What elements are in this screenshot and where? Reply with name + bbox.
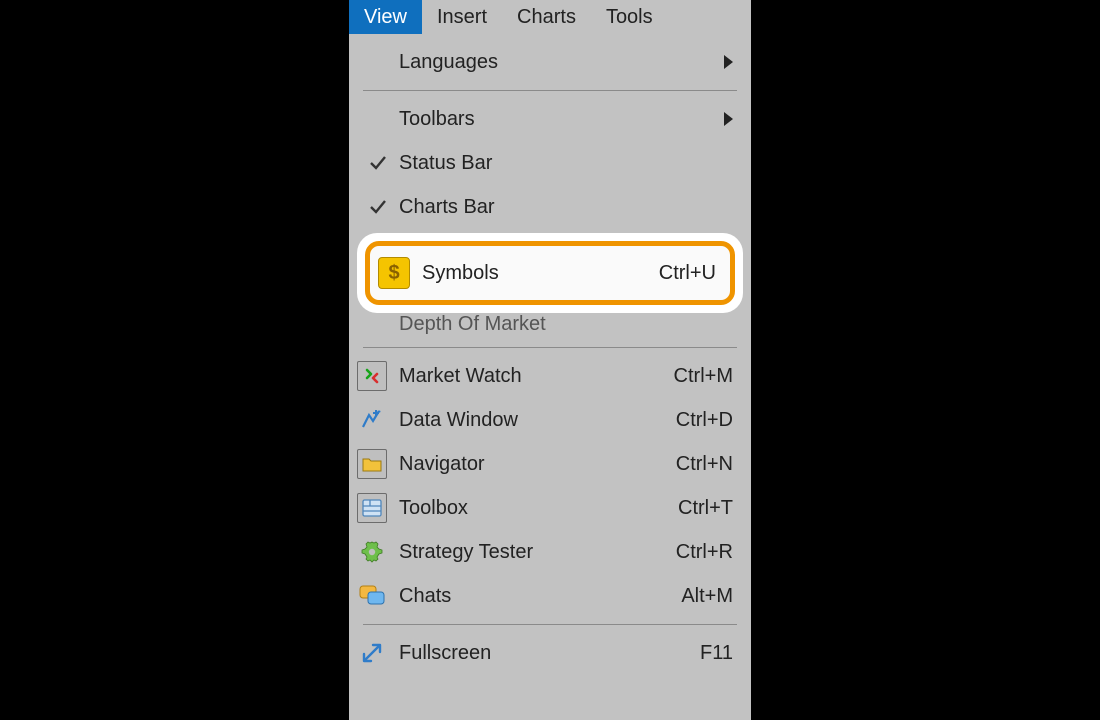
menu-shortcut: Ctrl+N: [676, 453, 733, 476]
menu-label: Toolbars: [399, 108, 724, 131]
menu-item-languages[interactable]: Languages: [349, 40, 751, 84]
menu-label: Depth Of Market: [399, 313, 733, 336]
menu-item-toolbox[interactable]: Toolbox Ctrl+T: [349, 486, 751, 530]
menu-item-strategy[interactable]: Strategy Tester Ctrl+R: [349, 530, 751, 574]
menu-shortcut: Ctrl+M: [674, 365, 733, 388]
gear-icon: [357, 537, 387, 567]
menu-item-symbols[interactable]: $ Symbols Ctrl+U: [370, 246, 730, 300]
menu-label: Fullscreen: [399, 642, 700, 665]
menu-separator: [363, 624, 737, 625]
submenu-arrow-icon: [724, 55, 733, 69]
submenu-arrow-icon: [724, 112, 733, 126]
menu-label: Strategy Tester: [399, 541, 676, 564]
menu-item-datawindow[interactable]: Data Window Ctrl+D: [349, 398, 751, 442]
menu-item-chats[interactable]: Chats Alt+M: [349, 574, 751, 618]
chat-icon: [357, 581, 387, 611]
check-icon: [357, 154, 399, 172]
menu-item-statusbar[interactable]: Status Bar: [349, 141, 751, 185]
menu-label: Data Window: [399, 409, 676, 432]
menu-label: Toolbox: [399, 497, 678, 520]
app-window: View Insert Charts Tools Languages Toolb…: [349, 0, 751, 720]
menu-label: Market Watch: [399, 365, 674, 388]
menu-separator: [363, 347, 737, 348]
menu-shortcut: Ctrl+R: [676, 541, 733, 564]
menu-view[interactable]: View: [349, 0, 422, 34]
data-window-icon: [357, 405, 387, 435]
view-dropdown: Languages Toolbars Status Bar Charts Bar: [349, 34, 751, 685]
menu-label: Chats: [399, 585, 681, 608]
menu-insert[interactable]: Insert: [422, 0, 502, 34]
menu-label: Symbols: [422, 262, 659, 285]
menu-item-toolbars[interactable]: Toolbars: [349, 97, 751, 141]
menu-shortcut: Ctrl+D: [676, 409, 733, 432]
menubar: View Insert Charts Tools: [349, 0, 751, 34]
menu-label: Languages: [399, 51, 724, 74]
toolbox-icon: [357, 493, 387, 523]
menu-tools[interactable]: Tools: [591, 0, 668, 34]
menu-item-fullscreen[interactable]: Fullscreen F11: [349, 631, 751, 675]
menu-shortcut: Alt+M: [681, 585, 733, 608]
menu-charts[interactable]: Charts: [502, 0, 591, 34]
menu-label: Navigator: [399, 453, 676, 476]
menu-shortcut: Ctrl+U: [659, 262, 716, 285]
menu-shortcut: F11: [700, 642, 733, 665]
market-watch-icon: [357, 361, 387, 391]
menu-label: Status Bar: [399, 152, 733, 175]
folder-icon: [357, 449, 387, 479]
annotation-callout: $ Symbols Ctrl+U: [357, 233, 743, 313]
menu-item-marketwatch[interactable]: Market Watch Ctrl+M: [349, 354, 751, 398]
dollar-icon: $: [378, 257, 410, 289]
fullscreen-icon: [357, 638, 387, 668]
menu-shortcut: Ctrl+T: [678, 497, 733, 520]
menu-item-chartsbar[interactable]: Charts Bar: [349, 185, 751, 229]
menu-item-navigator[interactable]: Navigator Ctrl+N: [349, 442, 751, 486]
menu-label: Charts Bar: [399, 196, 733, 219]
check-icon: [357, 198, 399, 216]
menu-separator: [363, 90, 737, 91]
